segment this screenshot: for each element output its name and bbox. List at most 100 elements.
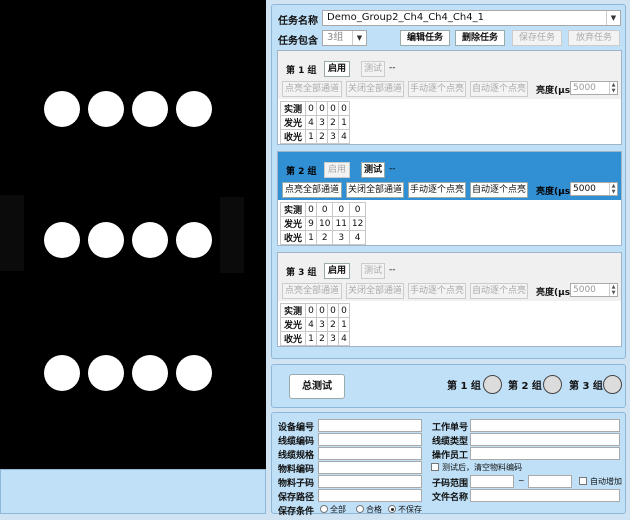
auto-light-button[interactable]: 自动逐个点亮 [470, 182, 528, 198]
luminance-label: 亮度(µs) [536, 288, 575, 298]
group-title: 第 2 组 [286, 167, 317, 177]
channel-cell: 4 [338, 129, 351, 144]
save-all-label: 全部 [330, 505, 346, 514]
discard-task-button[interactable]: 放弃任务 [568, 30, 620, 46]
test-button[interactable]: 测试 [361, 263, 385, 279]
enable-button[interactable]: 启用 [324, 61, 350, 77]
task-name-select[interactable]: Demo_Group2_Ch4_Ch4_Ch4_1 ▼ [322, 10, 621, 26]
spin-arrows-icon[interactable]: ▲ ▼ [609, 284, 617, 296]
enable-button[interactable]: 启用 [324, 263, 350, 279]
group1-status-light [483, 375, 502, 394]
save-task-button[interactable]: 保存任务 [512, 30, 562, 46]
cable-spec-input[interactable] [318, 447, 422, 460]
info-panel: 设备编号 线缆编码 线缆规格 物料编码 物料子码 保存路径 保存条件 全部 合格… [271, 412, 626, 517]
fiber-spot [44, 91, 80, 127]
luminance-value: 5000 [573, 184, 596, 194]
clear-after-label: 测试后，清空物料编码 [442, 463, 522, 472]
auto-inc-checkbox[interactable] [579, 477, 587, 485]
test-result: -- [389, 265, 396, 275]
all-channels-off-button[interactable]: 关闭全部通道 [346, 81, 404, 97]
work-order-label: 工作单号 [432, 423, 469, 433]
channel-cell: 10 [316, 216, 334, 231]
spin-arrows-icon[interactable]: ▲ ▼ [609, 183, 617, 195]
auto-inc-label: 自动增加 [590, 477, 622, 486]
cable-type-label: 线缆类型 [432, 437, 469, 447]
channel-table: 实测 0 0 0 0 发光 9 10 11 12 收光 1 2 3 4 [279, 202, 367, 245]
operator-input[interactable] [470, 447, 620, 460]
channel-cell: 1 [305, 230, 318, 245]
table-row: 发光 9 10 11 12 [279, 216, 367, 231]
delete-task-button[interactable]: 删除任务 [455, 30, 505, 46]
task-name-label: 任务名称 [278, 16, 318, 27]
all-channels-on-button[interactable]: 点亮全部通道 [282, 81, 342, 97]
material-code-label: 物料编码 [278, 465, 315, 475]
group2-indicator-label: 第 2 组 [508, 381, 542, 392]
luminance-spinbox[interactable]: 5000 ▲ ▼ [570, 283, 618, 297]
manual-light-button[interactable]: 手动逐个点亮 [408, 182, 466, 198]
table-row: 发光 4 3 2 1 [279, 115, 351, 130]
auto-light-button[interactable]: 自动逐个点亮 [470, 283, 528, 299]
channel-cell: 1 [305, 129, 318, 144]
all-channels-off-button[interactable]: 关闭全部通道 [346, 283, 404, 299]
row-label: 发光 [279, 216, 307, 231]
manual-light-button[interactable]: 手动逐个点亮 [408, 283, 466, 299]
channel-cell: 3 [332, 230, 350, 245]
test-result: -- [389, 164, 396, 174]
save-path-input[interactable] [318, 489, 422, 502]
channel-cell: 3 [316, 115, 329, 130]
cable-code-input[interactable] [318, 433, 422, 446]
luminance-spinbox[interactable]: 5000 ▲ ▼ [570, 182, 618, 196]
total-test-button[interactable]: 总测试 [289, 374, 345, 399]
material-sub-label: 物料子码 [278, 479, 315, 489]
enable-button[interactable]: 启用 [324, 162, 350, 178]
group-title: 第 3 组 [286, 268, 317, 278]
all-channels-off-button[interactable]: 关闭全部通道 [346, 182, 404, 198]
row-label: 发光 [279, 115, 307, 130]
cable-type-input[interactable] [470, 433, 620, 446]
fiber-spot [132, 222, 168, 258]
test-button[interactable]: 测试 [361, 162, 385, 178]
task-contains-select[interactable]: 3组 ▼ [322, 30, 367, 46]
row-label: 收光 [279, 331, 307, 346]
operator-label: 操作员工 [432, 451, 469, 461]
clear-after-checkbox[interactable] [431, 463, 439, 471]
cable-code-label: 线缆编码 [278, 437, 315, 447]
channel-cell: 4 [305, 317, 318, 332]
edit-task-button[interactable]: 编辑任务 [400, 30, 450, 46]
all-channels-on-button[interactable]: 点亮全部通道 [282, 182, 342, 198]
group-header: 第 2 组启用 测试 -- 点亮全部通道 关闭全部通道 手动逐个点亮 自动逐个点亮 亮度(µs… [278, 152, 621, 200]
spin-arrows-icon[interactable]: ▲ ▼ [609, 82, 617, 94]
file-name-label: 文件名称 [432, 493, 469, 503]
manual-light-button[interactable]: 手动逐个点亮 [408, 81, 466, 97]
row-label: 实测 [279, 303, 307, 318]
sub-range-start-input[interactable] [470, 475, 514, 488]
device-no-input[interactable] [318, 419, 422, 432]
channel-cell: 2 [316, 230, 334, 245]
all-channels-on-button[interactable]: 点亮全部通道 [282, 283, 342, 299]
row-label: 收光 [279, 230, 307, 245]
work-order-input[interactable] [470, 419, 620, 432]
channel-cell: 0 [338, 101, 351, 116]
file-name-input[interactable] [470, 489, 620, 502]
fiber-spot [132, 91, 168, 127]
channel-cell: 0 [327, 303, 340, 318]
luminance-label: 亮度(µs) [536, 86, 575, 96]
test-result: -- [389, 63, 396, 73]
luminance-spinbox[interactable]: 5000 ▲ ▼ [570, 81, 618, 95]
channel-cell: 1 [305, 331, 318, 346]
material-sub-input[interactable] [318, 475, 422, 488]
channel-cell: 0 [348, 202, 367, 217]
task-contains-label: 任务包含 [278, 36, 318, 47]
luminance-value: 5000 [573, 285, 596, 295]
sub-range-end-input[interactable] [528, 475, 572, 488]
group3-status-light [603, 375, 622, 394]
auto-light-button[interactable]: 自动逐个点亮 [470, 81, 528, 97]
test-button[interactable]: 测试 [361, 61, 385, 77]
save-none-radio[interactable] [388, 505, 396, 513]
material-code-input[interactable] [318, 461, 422, 474]
table-row: 实测 0 0 0 0 [279, 303, 351, 318]
channel-cell: 1 [338, 317, 351, 332]
save-pass-radio[interactable] [356, 505, 364, 513]
save-none-label: 不保存 [398, 505, 422, 514]
save-all-radio[interactable] [320, 505, 328, 513]
